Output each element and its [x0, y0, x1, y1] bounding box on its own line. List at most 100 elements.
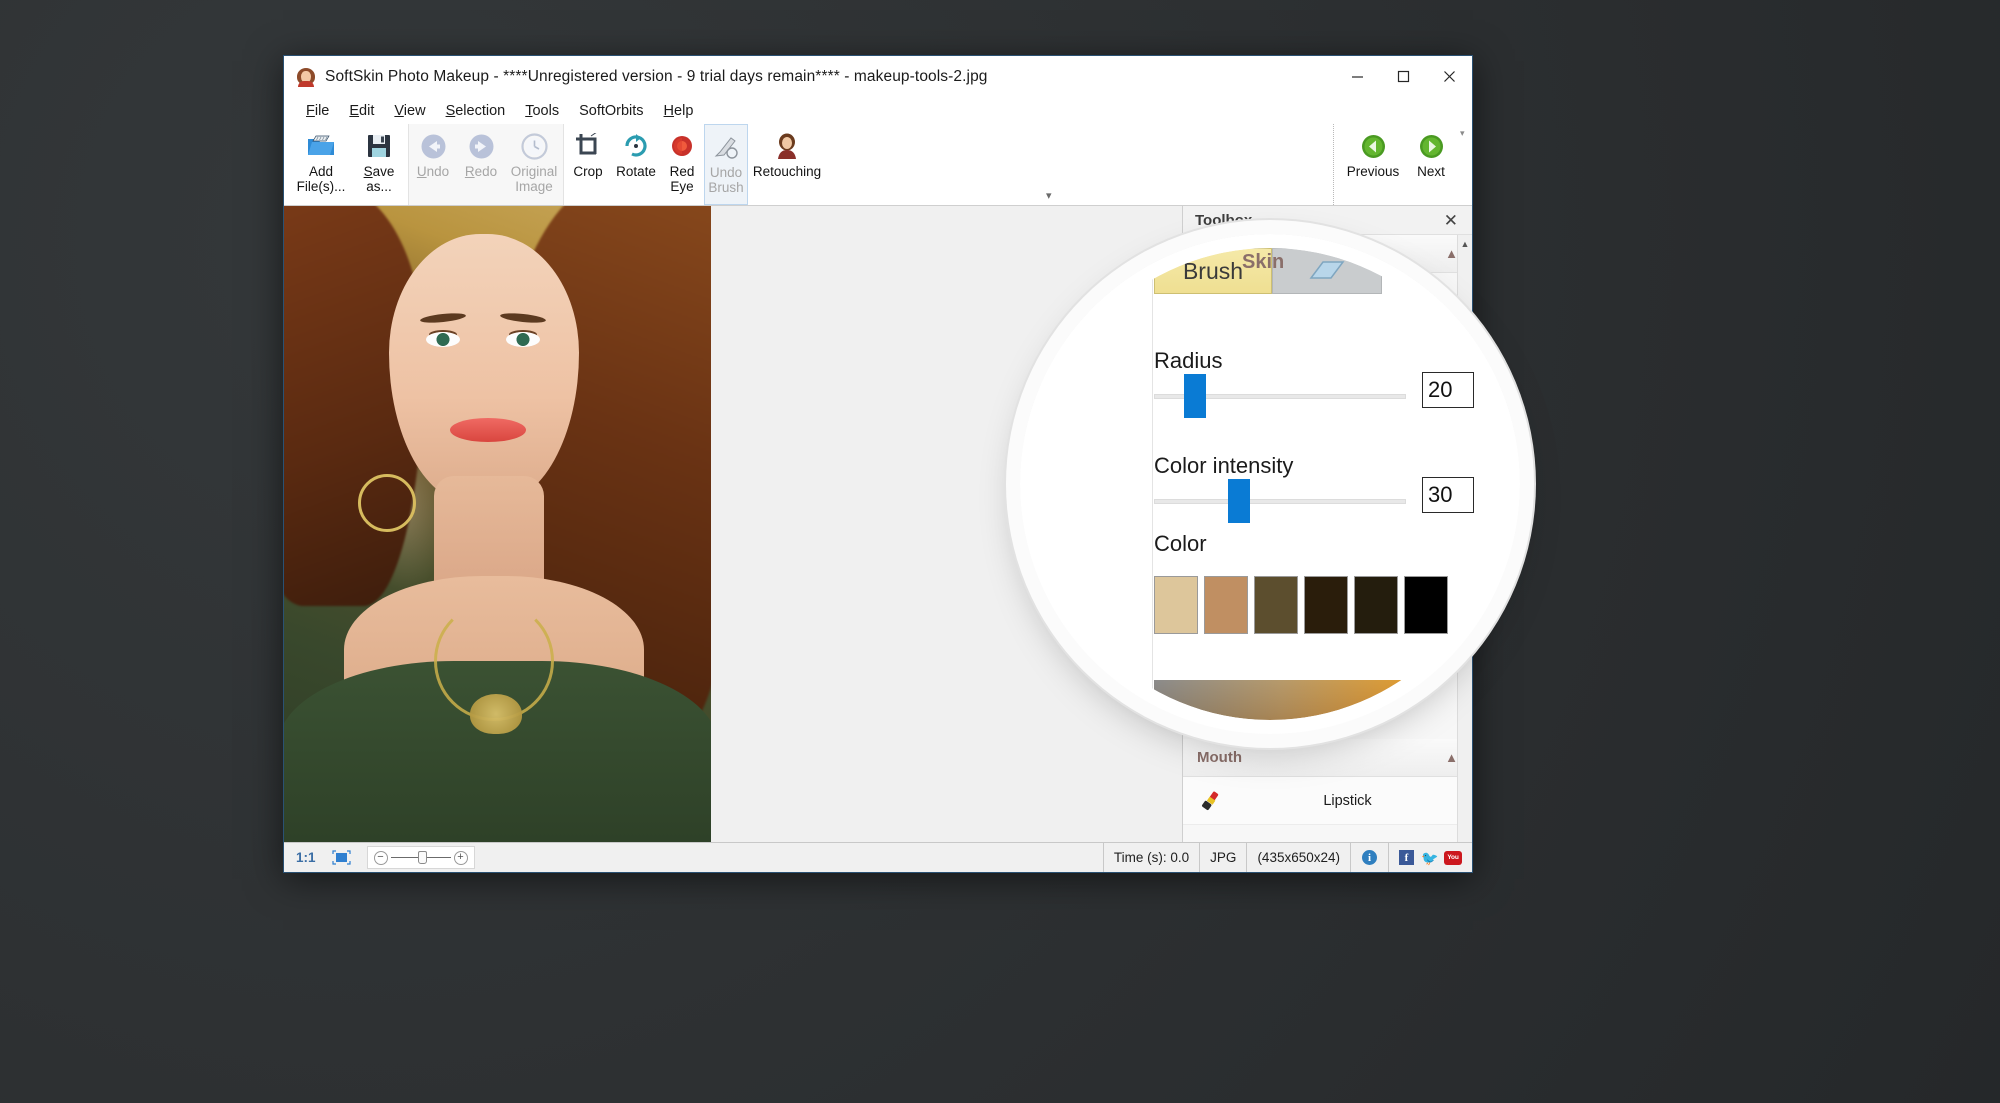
menu-softorbits[interactable]: SoftOrbits: [569, 101, 653, 121]
open-folder-icon: [306, 129, 336, 163]
redo-arrow-icon: [468, 129, 495, 163]
undo-button[interactable]: Undo: [409, 124, 457, 205]
menu-tools[interactable]: Tools: [515, 101, 569, 121]
add-files-label: Add File(s)...: [296, 164, 346, 194]
color-intensity-slider-track[interactable]: [1154, 499, 1406, 504]
crop-icon: [575, 129, 601, 163]
red-eye-label: Red Eye: [669, 164, 695, 194]
format-status: JPG: [1200, 843, 1248, 872]
color-swatch-3[interactable]: [1304, 576, 1348, 634]
undo-brush-button[interactable]: Undo Brush: [704, 124, 748, 205]
rotate-label: Rotate: [616, 164, 656, 179]
radius-label: Radius: [1154, 348, 1223, 373]
color-intensity-slider-thumb[interactable]: [1228, 479, 1250, 523]
color-label: Color: [1154, 531, 1207, 556]
menu-help[interactable]: Help: [654, 101, 704, 121]
youtube-icon[interactable]: You: [1444, 850, 1462, 865]
group-title-mouth: Mouth: [1197, 749, 1242, 766]
toolbox-header: Toolbox ✕: [1183, 206, 1472, 234]
clock-history-icon: [520, 129, 548, 163]
color-intensity-label: Color intensity: [1154, 453, 1294, 478]
previous-button[interactable]: Previous: [1344, 124, 1402, 205]
navigation-group: Previous Next: [1333, 124, 1472, 205]
magnifier-content: Skin Brush Radius 20 Color intensity 30 …: [1034, 248, 1506, 720]
retouching-label: Retouching: [752, 164, 822, 179]
red-eye-button[interactable]: Red Eye: [660, 124, 704, 205]
toolbar-scroll-down-icon[interactable]: ▾: [1460, 128, 1470, 139]
toolbox-close-icon[interactable]: ✕: [1438, 210, 1464, 231]
zoom-out-icon[interactable]: −: [373, 850, 388, 865]
previous-arrow-icon: [1361, 129, 1386, 163]
radius-slider[interactable]: [1154, 374, 1406, 418]
menu-view[interactable]: View: [384, 101, 435, 121]
retouching-button[interactable]: Retouching: [748, 124, 826, 205]
zoom-in-icon[interactable]: +: [453, 850, 468, 865]
zoom-slider-thumb[interactable]: [417, 851, 427, 864]
add-files-button[interactable]: Add File(s)...: [292, 124, 350, 205]
window-controls: [1334, 56, 1472, 97]
previous-label: Previous: [1346, 164, 1400, 179]
history-group: Undo Redo Original Image: [408, 124, 564, 205]
tool-row-lipstick[interactable]: Lipstick: [1183, 777, 1472, 825]
magnified-skin-title: Skin: [1242, 251, 1285, 273]
save-as-label: Save as...: [363, 164, 395, 194]
undo-label: Undo: [416, 164, 450, 179]
color-swatch-row: [1154, 576, 1448, 634]
facebook-icon[interactable]: f: [1399, 850, 1414, 865]
close-icon[interactable]: [1426, 56, 1472, 97]
menu-bar: File Edit View Selection Tools SoftOrbit…: [284, 98, 1472, 124]
time-status: Time (s): 0.0: [1104, 843, 1201, 872]
magnifier-loupe: Skin Brush Radius 20 Color intensity 30 …: [1020, 234, 1520, 734]
undo-arrow-icon: [420, 129, 447, 163]
color-swatch-1[interactable]: [1204, 576, 1248, 634]
title-bar: SoftSkin Photo Makeup - ****Unregistered…: [284, 56, 1472, 98]
color-swatch-5[interactable]: [1404, 576, 1448, 634]
rotate-icon: [623, 129, 649, 163]
maximize-icon[interactable]: [1380, 56, 1426, 97]
toolbox-title: Toolbox: [1195, 211, 1253, 229]
next-label: Next: [1417, 164, 1445, 179]
color-gradient-picker[interactable]: [1154, 680, 1474, 720]
color-swatch-2[interactable]: [1254, 576, 1298, 634]
info-icon: i: [1362, 850, 1377, 865]
menu-edit[interactable]: Edit: [339, 101, 384, 121]
radius-value-field[interactable]: 20: [1422, 372, 1474, 408]
undo-brush-label: Undo Brush: [708, 165, 744, 195]
menu-file[interactable]: File: [296, 101, 339, 121]
window-title: SoftSkin Photo Makeup - ****Unregistered…: [325, 67, 988, 85]
floppy-save-icon: [366, 129, 392, 163]
menu-selection[interactable]: Selection: [436, 101, 516, 121]
next-button[interactable]: Next: [1402, 124, 1460, 205]
color-intensity-value-field[interactable]: 30: [1422, 477, 1474, 513]
tab-eraser[interactable]: [1272, 248, 1382, 294]
magnified-skin-panel: Skin Brush Radius 20 Color intensity 30 …: [1034, 248, 1506, 720]
crop-label: Crop: [573, 164, 603, 179]
lipstick-icon: [1197, 790, 1223, 812]
photo-preview: [284, 206, 711, 842]
retouching-portrait-icon: [774, 129, 800, 163]
original-image-button[interactable]: Original Image: [505, 124, 563, 205]
main-toolbar: Add File(s)... Save as... Undo Redo Orig…: [284, 124, 1472, 206]
color-swatch-4[interactable]: [1354, 576, 1398, 634]
red-eye-icon: [670, 129, 694, 163]
color-swatch-0[interactable]: [1154, 576, 1198, 634]
toolbar-overflow-icon[interactable]: ▾: [1046, 189, 1052, 202]
color-intensity-slider[interactable]: [1154, 479, 1406, 523]
twitter-icon[interactable]: 🐦: [1421, 851, 1438, 865]
redo-button[interactable]: Redo: [457, 124, 505, 205]
next-arrow-icon: [1419, 129, 1444, 163]
zoom-slider-track[interactable]: [390, 851, 451, 864]
info-button[interactable]: i: [1351, 843, 1389, 872]
tool-label-lipstick: Lipstick: [1323, 792, 1372, 809]
save-as-button[interactable]: Save as...: [350, 124, 408, 205]
dimensions-status: (435x650x24): [1247, 843, 1351, 872]
zoom-ratio-label: 1:1: [296, 850, 316, 865]
crop-button[interactable]: Crop: [564, 124, 612, 205]
minimize-icon[interactable]: [1334, 56, 1380, 97]
status-bar: 1:1 − + Time (s): 0.0 JPG (435x650x24) i…: [284, 842, 1472, 872]
fit-to-window-icon[interactable]: [324, 843, 359, 872]
group-header-mouth[interactable]: Mouth ▲: [1183, 739, 1472, 777]
rotate-button[interactable]: Rotate: [612, 124, 660, 205]
zoom-slider[interactable]: − +: [366, 846, 475, 869]
radius-slider-thumb[interactable]: [1184, 374, 1206, 418]
